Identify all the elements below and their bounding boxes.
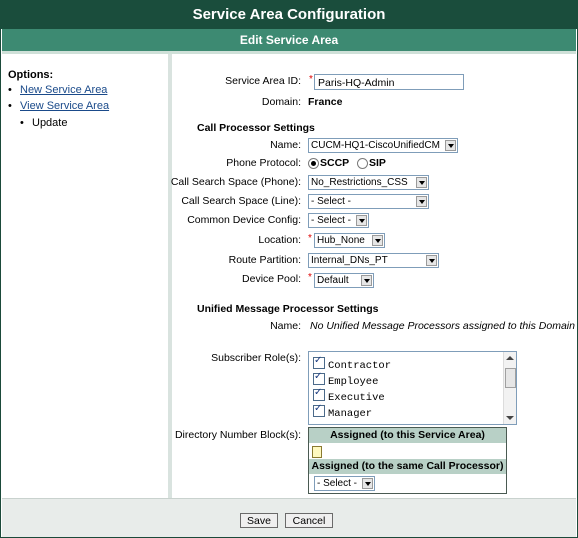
option-update: • Update <box>20 117 67 129</box>
call-processor-section-title: Call Processor Settings <box>197 122 315 134</box>
checkbox[interactable] <box>313 403 325 417</box>
service-area-id-input[interactable]: Paris-HQ-Admin <box>314 74 464 90</box>
cp-name-value: CUCM-HQ1-CiscoUnifiedCM <box>311 140 440 151</box>
save-button[interactable]: Save <box>240 513 278 528</box>
css-line-select[interactable]: - Select - <box>308 194 429 209</box>
chevron-down-icon <box>356 215 367 226</box>
location-select[interactable]: Hub_None <box>314 233 385 248</box>
ump-section-title: Unified Message Processor Settings <box>197 303 379 315</box>
sip-label: SIP <box>369 157 386 169</box>
chevron-down-icon <box>416 177 427 188</box>
subscriber-roles-label: Subscriber Role(s): <box>211 352 301 364</box>
sccp-radio[interactable] <box>308 158 319 169</box>
page-subtitle: Edit Service Area <box>2 29 576 51</box>
chevron-down-icon <box>362 478 373 489</box>
list-item[interactable]: Executive <box>313 387 385 404</box>
location-label: Location: <box>258 234 301 246</box>
bullet-icon: • <box>8 84 12 96</box>
common-device-config-label: Common Device Config: <box>187 214 301 226</box>
options-title: Options: <box>8 69 54 81</box>
scroll-down-icon[interactable] <box>506 416 514 420</box>
device-pool-label: Device Pool: <box>242 273 301 285</box>
cp-name-label: Name: <box>270 139 301 151</box>
route-partition-label: Route Partition: <box>228 254 301 266</box>
sip-radio[interactable] <box>357 158 368 169</box>
dn-block-label: Directory Number Block(s): <box>174 429 301 441</box>
domain-label: Domain: <box>261 96 301 108</box>
domain-value: France <box>308 96 343 108</box>
document-icon[interactable] <box>312 446 322 458</box>
common-device-config-select[interactable]: - Select - <box>308 213 369 228</box>
cp-name-select[interactable]: CUCM-HQ1-CiscoUnifiedCM <box>308 138 458 153</box>
required-marker: * <box>309 74 313 85</box>
css-line-value: - Select - <box>311 196 352 207</box>
list-item[interactable]: Employee <box>313 371 379 388</box>
css-line-label: Call Search Space (Line): <box>181 195 301 207</box>
chevron-down-icon <box>361 275 372 286</box>
checkbox[interactable] <box>313 387 325 401</box>
cancel-button[interactable]: Cancel <box>285 513 333 528</box>
chevron-down-icon <box>445 140 456 151</box>
location-value: Hub_None <box>317 235 365 246</box>
assigned-header: Assigned (to this Service Area) <box>309 428 506 443</box>
dn-block-select-value: - Select - <box>317 478 358 489</box>
ump-name-value: No Unified Message Processors assigned t… <box>310 320 575 332</box>
css-phone-value: No_Restrictions_CSS <box>311 177 408 188</box>
list-item[interactable]: Contractor <box>313 355 392 372</box>
list-item[interactable]: Manager <box>313 403 373 420</box>
bullet-icon: • <box>8 100 12 112</box>
same-cp-header: Assigned (to the same Call Processor) <box>309 459 506 474</box>
option-view-service-area: • View Service Area <box>8 100 109 112</box>
device-pool-select[interactable]: Default <box>314 273 374 288</box>
role-label: Contractor <box>328 360 392 372</box>
scroll-up-icon[interactable] <box>506 356 514 360</box>
role-label: Executive <box>328 392 385 404</box>
subscriber-roles-listbox[interactable]: Contractor Employee Executive Manager <box>308 351 517 425</box>
checkbox[interactable] <box>313 355 325 369</box>
phone-protocol-label: Phone Protocol: <box>226 157 301 169</box>
dn-block-table: Assigned (to this Service Area) Assigned… <box>308 427 507 494</box>
checkbox[interactable] <box>313 371 325 385</box>
css-phone-label: Call Search Space (Phone): <box>170 176 301 188</box>
chevron-down-icon <box>416 196 427 207</box>
update-label: Update <box>32 117 68 129</box>
sccp-label: SCCP <box>320 157 350 169</box>
view-service-area-link[interactable]: View Service Area <box>20 100 109 112</box>
page-title: Service Area Configuration <box>0 0 578 29</box>
route-partition-value: Internal_DNs_PT <box>311 255 388 266</box>
bullet-icon: • <box>20 117 24 129</box>
required-marker: * <box>308 233 312 244</box>
role-label: Employee <box>328 376 379 388</box>
new-service-area-link[interactable]: New Service Area <box>20 84 107 96</box>
chevron-down-icon <box>372 235 383 246</box>
scroll-thumb[interactable] <box>505 368 516 388</box>
common-device-config-value: - Select - <box>311 215 352 226</box>
chevron-down-icon <box>426 255 437 266</box>
device-pool-value: Default <box>317 275 349 286</box>
css-phone-select[interactable]: No_Restrictions_CSS <box>308 175 429 190</box>
service-area-id-label: Service Area ID: <box>225 75 301 87</box>
option-new-service-area: • New Service Area <box>8 84 107 96</box>
listbox-scrollbar[interactable] <box>503 352 516 424</box>
dn-block-select[interactable]: - Select - <box>314 476 375 491</box>
route-partition-select[interactable]: Internal_DNs_PT <box>308 253 439 268</box>
ump-name-label: Name: <box>270 320 301 332</box>
options-panel: Options: • New Service Area • View Service… <box>2 54 168 498</box>
role-label: Manager <box>328 408 373 420</box>
required-marker: * <box>308 272 312 283</box>
